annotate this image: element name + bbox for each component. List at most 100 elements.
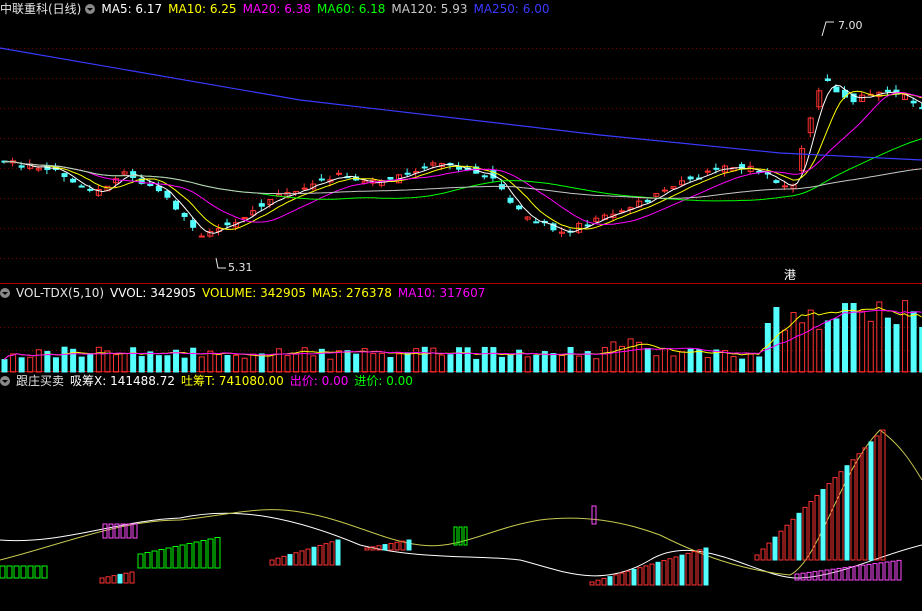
candle-body <box>404 172 411 175</box>
volume-bar <box>627 338 634 373</box>
legend--3: 进价: 0.00 <box>354 374 413 388</box>
indicator-purple-bar <box>854 565 860 581</box>
volume-bar <box>721 349 728 373</box>
volume-bar <box>112 354 119 373</box>
volume-bar <box>18 357 25 373</box>
volume-bar <box>87 353 94 373</box>
volume-bar <box>215 354 222 373</box>
volume-bar <box>481 346 488 373</box>
volume-bar <box>910 311 917 373</box>
indicator-red-bar <box>655 561 661 586</box>
indicator-red-bar <box>123 572 129 584</box>
volume-bar <box>876 301 883 373</box>
indicator-red-bar <box>673 556 679 586</box>
indicator-red-bar <box>685 552 691 586</box>
legend-ma120-4: MA120: 5.93 <box>391 2 468 16</box>
volume-bar <box>867 320 874 373</box>
chart-canvas[interactable] <box>0 0 922 611</box>
volume-bar <box>730 355 737 373</box>
indicator-red-bar <box>844 465 850 561</box>
volume-bar <box>498 356 505 373</box>
candle-body <box>644 199 651 203</box>
indicator-green-bar <box>186 543 193 569</box>
candle-body <box>198 235 205 238</box>
volume-bar <box>576 355 583 373</box>
volume-bar <box>799 322 806 373</box>
volume-bar <box>473 358 480 373</box>
indicator-green-bar <box>144 552 151 569</box>
candle-body <box>301 187 308 190</box>
volume-bar <box>173 349 180 373</box>
volume-title: VOL-TDX(5,10) <box>16 286 105 300</box>
indicator-red-bar <box>129 571 135 584</box>
indicator-red-bar <box>406 539 412 551</box>
candle-body <box>781 185 788 188</box>
indicator-purple-bar <box>860 564 866 581</box>
ma-legend: MA5: 6.17 MA10: 6.25 MA20: 6.38 MA60: 6.18 M… <box>101 2 555 16</box>
high-price-label: 7.00 <box>838 19 863 32</box>
settings-gear-icon[interactable] <box>0 376 10 386</box>
volume-bar <box>396 353 403 373</box>
volume-bar <box>533 354 540 373</box>
candle-body <box>713 167 720 170</box>
indicator-legend: 吸筹X: 141488.72 吐筹T: 741080.00 出价: 0.00 进价: … <box>70 374 419 388</box>
candle-body <box>181 213 188 217</box>
indicator-red-bar <box>697 549 703 586</box>
indicator-red-bar <box>802 506 808 561</box>
indicator-red-bar <box>832 477 838 561</box>
indicator-purple-bar <box>830 568 836 581</box>
indicator-green-bar <box>179 544 186 569</box>
indicator-red-bar <box>287 554 293 566</box>
volume-bar <box>704 356 711 373</box>
high-marker <box>821 21 834 37</box>
candle-body <box>387 176 394 180</box>
indicator-purple-bar <box>890 560 896 581</box>
legend-ma10-3: MA10: 317607 <box>397 286 486 300</box>
indicator-red-bar <box>766 542 772 561</box>
indicator-red-bar <box>667 558 673 586</box>
indicator-red-bar <box>754 554 760 561</box>
volume-bar <box>267 354 274 373</box>
volume-bar <box>790 312 797 373</box>
stock-chart-window: 中联重科(日线) MA5: 6.17 MA10: 6.25 MA20: 6.38 MA6… <box>0 0 922 611</box>
volume-panel-header: VOL-TDX(5,10) VVOL: 342905 VOLUME: 342905 M… <box>0 285 497 301</box>
volume-bar <box>601 347 608 373</box>
volume-bar <box>610 341 617 373</box>
volume-bar <box>284 355 291 373</box>
indicator-red-bar <box>607 576 613 586</box>
indicator-red-bar <box>856 453 862 561</box>
candle-body <box>87 188 94 191</box>
indicator-red-bar <box>111 575 117 584</box>
candle-body <box>241 217 248 220</box>
volume-bar <box>636 341 643 373</box>
volume-bar <box>258 353 265 373</box>
volume-bar <box>464 347 471 373</box>
indicator-red-bar <box>820 489 826 561</box>
volume-bar <box>130 347 137 373</box>
indicator-purple-bar <box>848 566 854 581</box>
volume-bar <box>747 353 754 373</box>
indicator-red-bar <box>790 518 796 561</box>
volume-bar <box>404 352 411 373</box>
indicator-red-bar <box>862 447 868 561</box>
candle-body <box>704 170 711 173</box>
candle-body <box>258 203 265 207</box>
volume-bar <box>10 353 17 373</box>
ma-line-250 <box>0 47 922 161</box>
volume-bar <box>198 356 205 373</box>
volume-bar <box>121 353 128 373</box>
indicator-green-bar <box>20 565 27 579</box>
settings-gear-icon[interactable] <box>85 4 96 14</box>
candle-body <box>456 166 463 170</box>
indicator-green-bar <box>165 547 172 569</box>
settings-gear-icon[interactable] <box>0 288 10 298</box>
volume-bar <box>250 353 257 373</box>
indicator-green-bar <box>453 526 458 546</box>
volume-bar <box>644 347 651 373</box>
volume-bar <box>310 355 317 373</box>
ma-line-20 <box>4 91 922 226</box>
volume-bar <box>370 353 377 373</box>
indicator-purple-bar <box>126 523 132 539</box>
volume-bar <box>670 355 677 373</box>
indicator-red-bar <box>691 551 697 586</box>
